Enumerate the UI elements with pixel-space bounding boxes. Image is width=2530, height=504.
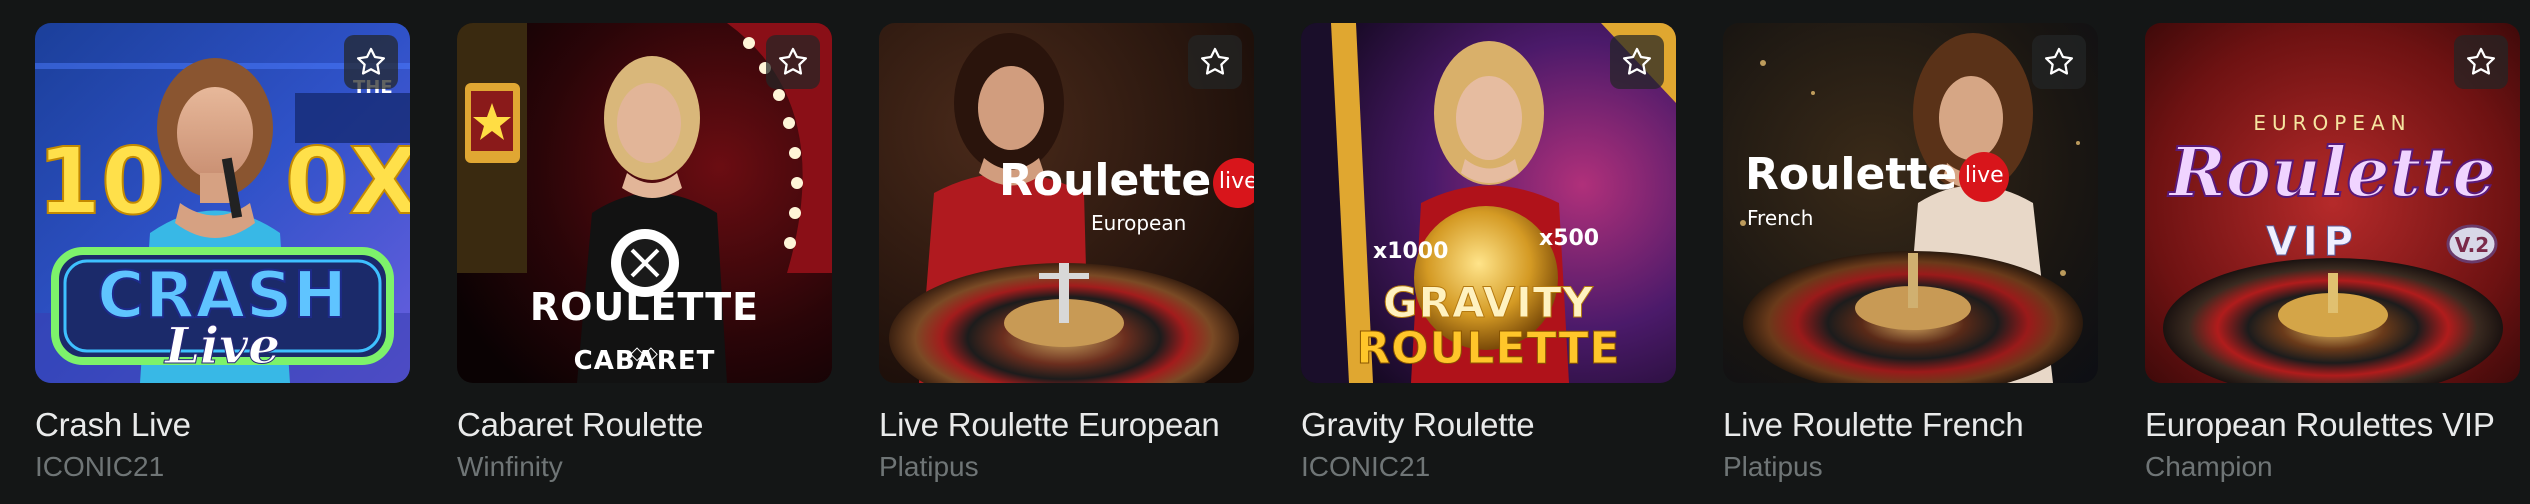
game-card-live-roulette-french[interactable]: Roulette live French Live Roulette French… [1723, 23, 2098, 504]
game-thumbnail[interactable]: 10 0X THE CRASH Live [35, 23, 410, 383]
game-title[interactable]: Cabaret Roulette [457, 405, 832, 445]
vip-logo-sub: VIP [2265, 219, 2360, 266]
game-card-live-roulette-european[interactable]: Roulette live European Live Roulette Euro… [879, 23, 1254, 504]
gravity-multiplier-right: x500 [1539, 226, 1599, 251]
game-thumbnail[interactable]: Roulette live French [1723, 23, 2098, 383]
roulette-logo-sub: European [1091, 211, 1187, 235]
game-title[interactable]: Live Roulette European [879, 405, 1254, 445]
favorite-button[interactable] [1610, 35, 1664, 89]
vip-logo-text: Roulette [2168, 132, 2497, 214]
game-thumbnail[interactable]: V.2 EUROPEAN Roulette VIP [2145, 23, 2520, 383]
favorite-button[interactable] [2454, 35, 2508, 89]
game-provider: Winfinity [457, 451, 563, 482]
crash-multiplier-right: 0X [285, 128, 410, 235]
crash-logo-sub: Live [164, 316, 280, 376]
game-provider: ICONIC21 [1301, 451, 1431, 482]
star-icon [2044, 47, 2074, 75]
game-thumbnail[interactable]: x1000 x500 GRAVITY ROULETTE [1301, 23, 1676, 383]
roulette-logo-sub: French [1747, 206, 1814, 230]
vip-logo-top: EUROPEAN [2253, 111, 2412, 135]
star-icon [2466, 47, 2496, 75]
cabaret-logo-sub: CABARET [573, 346, 716, 376]
game-provider: Champion [2145, 451, 2273, 482]
crash-multiplier-left: 10 [37, 128, 165, 235]
game-provider: Platipus [879, 451, 979, 482]
gravity-logo-sub: ROULETTE [1356, 323, 1621, 375]
gravity-logo-text: GRAVITY [1383, 278, 1594, 328]
star-icon [1622, 47, 1652, 75]
cabaret-logo-text: ROULETTE [529, 285, 760, 329]
game-title[interactable]: Gravity Roulette [1301, 405, 1676, 445]
game-title[interactable]: Live Roulette French [1723, 405, 2098, 445]
game-thumbnail[interactable]: ◇◇ ROULETTE CABARET [457, 23, 832, 383]
roulette-logo-text: Roulette [999, 155, 1212, 206]
star-icon [778, 47, 808, 75]
star-icon [1200, 47, 1230, 75]
favorite-button[interactable] [766, 35, 820, 89]
favorite-button[interactable] [1188, 35, 1242, 89]
roulette-logo-text: Roulette [1745, 149, 1958, 200]
gravity-multiplier-left: x1000 [1373, 239, 1448, 264]
roulette-logo: Roulette live [999, 155, 1254, 208]
favorite-button[interactable] [2032, 35, 2086, 89]
game-provider: Platipus [1723, 451, 1823, 482]
game-card-crash-live[interactable]: 10 0X THE CRASH Live Crash Live ICONIC21 [35, 23, 410, 504]
roulette-logo: Roulette live [1745, 149, 2010, 202]
game-thumbnail[interactable]: Roulette live European [879, 23, 1254, 383]
live-badge: live [1959, 152, 2010, 202]
favorite-button[interactable] [344, 35, 398, 89]
game-card-gravity-roulette[interactable]: x1000 x500 GRAVITY ROULETTE Gravity Roul… [1301, 23, 1676, 504]
game-card-cabaret-roulette[interactable]: ◇◇ ROULETTE CABARET Cabaret Roulette Win… [457, 23, 832, 504]
game-card-european-roulettes-vip[interactable]: V.2 EUROPEAN Roulette VIP European Roule… [2145, 23, 2520, 504]
games-carousel: 10 0X THE CRASH Live Crash Live ICONIC21 [35, 23, 2530, 504]
live-badge: live [1213, 158, 1254, 208]
game-title[interactable]: European Roulettes VIP [2145, 405, 2520, 445]
star-icon [356, 47, 386, 75]
game-title[interactable]: Crash Live [35, 405, 410, 445]
game-provider: ICONIC21 [35, 451, 165, 482]
